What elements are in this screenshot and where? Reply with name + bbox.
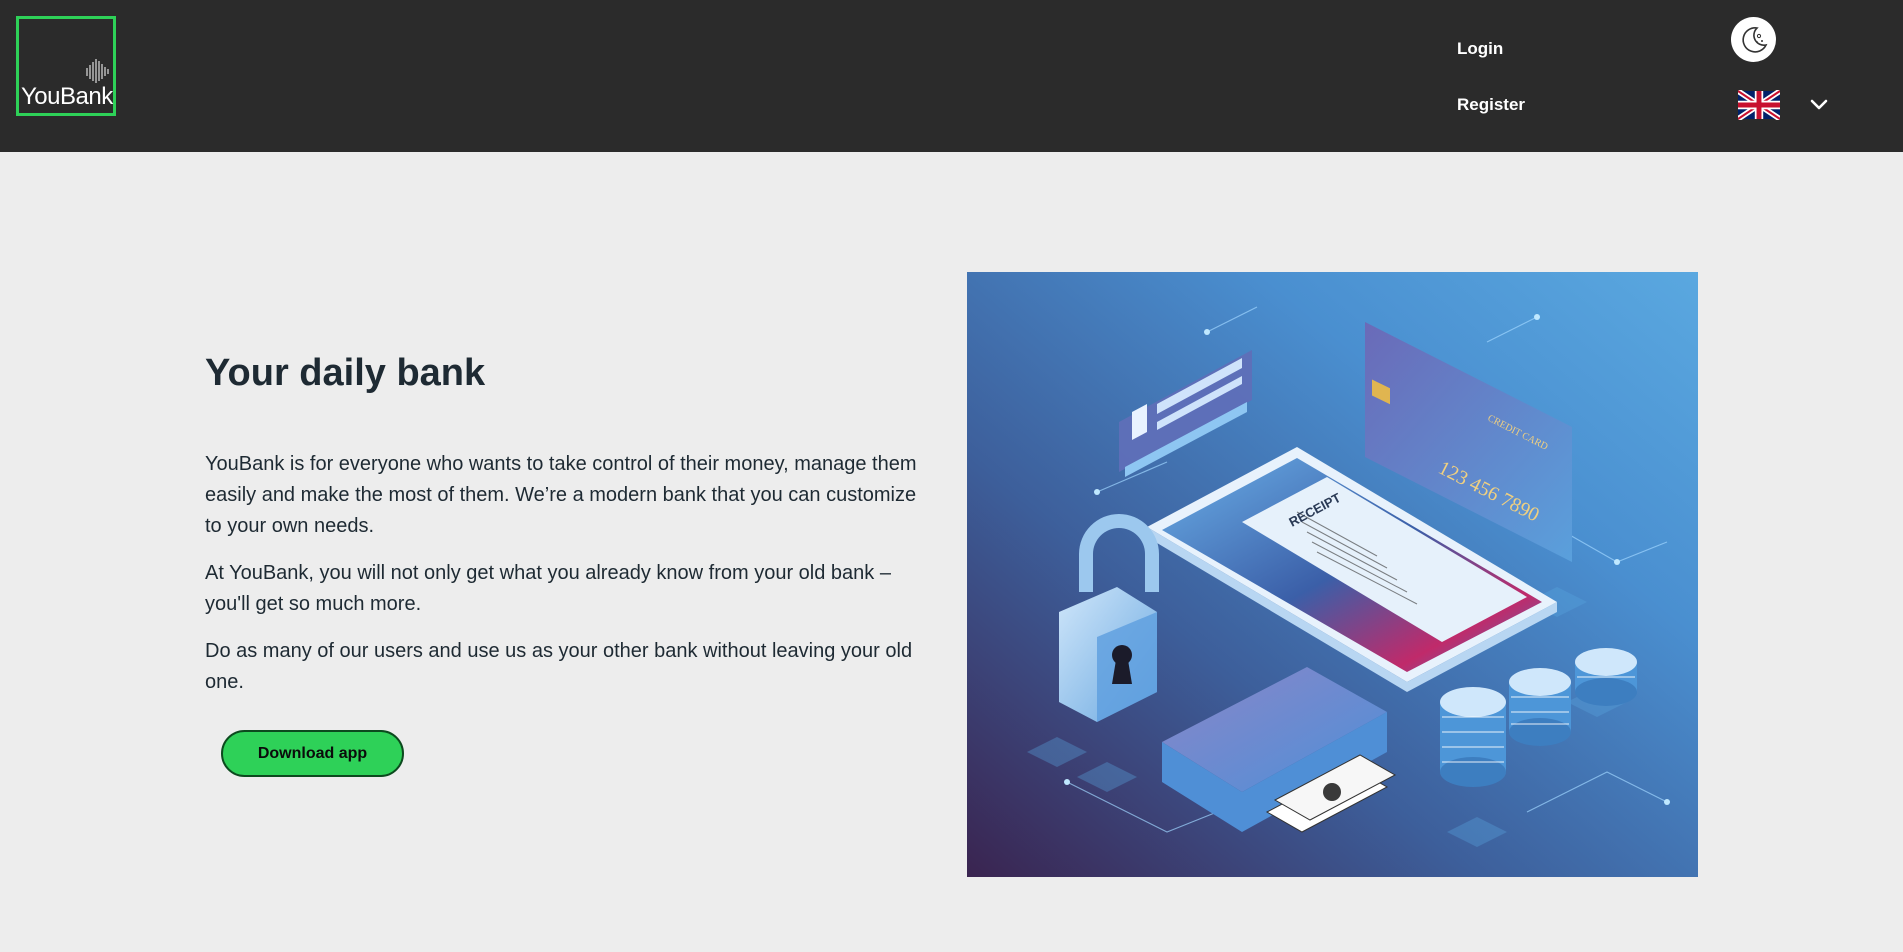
online-banking-illustration: CREDIT CARD 123 456 7890 RECEIPT [967,272,1698,877]
site-header: YouBank Login Register [0,0,1903,152]
hero-paragraph: At YouBank, you will not only get what y… [205,562,891,615]
hero-paragraph: Do as many of our users and use us as yo… [205,640,913,693]
register-link[interactable]: Register [1457,95,1525,115]
logo-text: YouBank [21,83,113,110]
hero-paragraph: YouBank is for everyone who wants to tak… [205,453,917,537]
moon-icon [1741,26,1767,53]
uk-flag-icon[interactable] [1738,90,1780,120]
youbank-logo[interactable]: YouBank [16,16,116,116]
login-link[interactable]: Login [1457,39,1503,59]
sound-wave-icon [86,59,109,83]
download-app-button[interactable]: Download app [221,730,404,777]
theme-toggle-button[interactable] [1731,17,1776,62]
chevron-down-icon[interactable] [1809,98,1829,112]
hero-title: Your daily bank [205,352,486,394]
